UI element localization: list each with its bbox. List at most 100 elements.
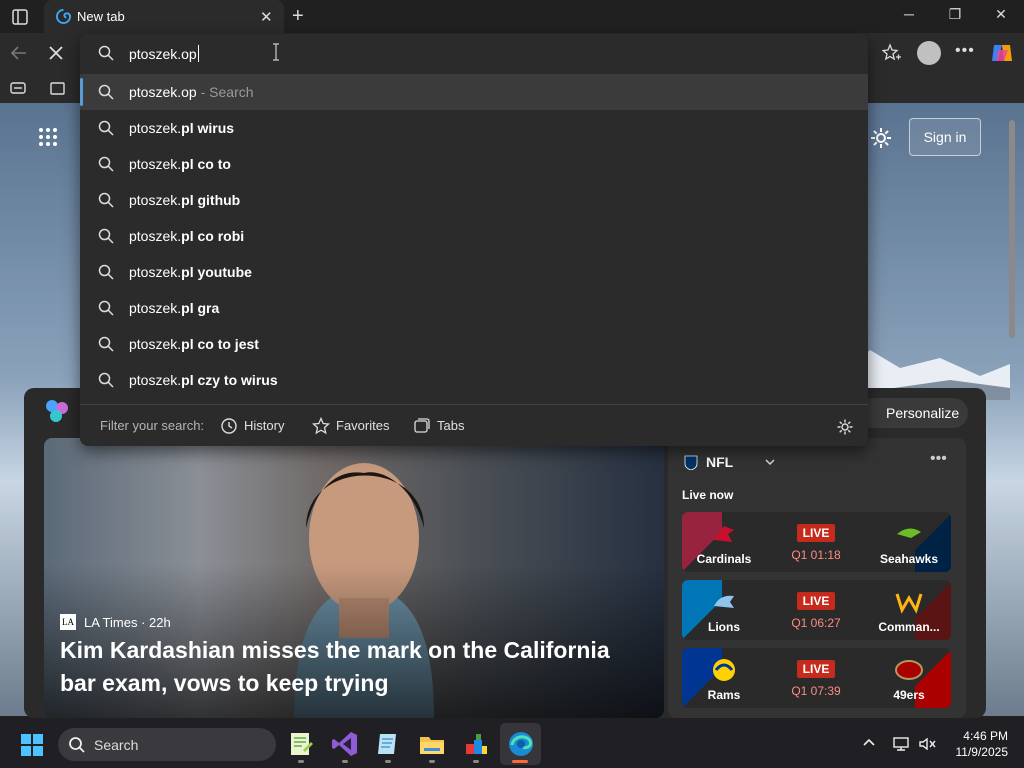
live-badge: LIVE bbox=[797, 592, 835, 610]
page-settings-gear-icon[interactable] bbox=[869, 126, 893, 150]
seahawks-logo-icon bbox=[897, 528, 921, 538]
volume-muted-icon[interactable] bbox=[918, 736, 936, 752]
profile-avatar[interactable] bbox=[917, 41, 941, 65]
network-icon[interactable] bbox=[892, 736, 910, 752]
suggestion-row[interactable]: ptoszek.pl co to jest bbox=[80, 326, 868, 362]
nfl-title[interactable]: NFL bbox=[706, 454, 733, 470]
suggestion-text: ptoszek.pl github bbox=[129, 192, 240, 208]
suggestion-search-row[interactable]: ptoszek.op - Search bbox=[80, 74, 868, 110]
tab-close-icon[interactable]: ✕ bbox=[260, 8, 273, 26]
suggestion-completion: pl wirus bbox=[181, 120, 235, 136]
paint-app-icon[interactable] bbox=[462, 730, 490, 758]
suggestion-typed-part: ptoszek. bbox=[129, 264, 182, 280]
suggestion-row[interactable]: ptoszek.pl youtube bbox=[80, 254, 868, 290]
edge-browser-icon[interactable] bbox=[507, 730, 535, 758]
chevron-down-icon[interactable] bbox=[764, 456, 776, 468]
suggestion-text: ptoszek.pl co to jest bbox=[129, 336, 259, 352]
new-tab-button[interactable]: + bbox=[292, 5, 304, 28]
fav-item-icon[interactable] bbox=[10, 81, 26, 95]
source-logo-icon: LA bbox=[60, 614, 76, 630]
nfl-scores-card: NFL ••• Live now LIVE Q1 01:18 Cardinals… bbox=[668, 438, 966, 718]
away-team-name: Seahawks bbox=[879, 552, 939, 566]
live-now-label: Live now bbox=[682, 488, 734, 502]
address-bar-text[interactable]: ptoszek.op bbox=[129, 45, 199, 62]
back-arrow-icon[interactable] bbox=[10, 44, 28, 62]
nfl-shield-icon bbox=[684, 455, 698, 470]
filter-favorites-button[interactable]: Favorites bbox=[312, 416, 392, 436]
game-row[interactable]: LIVE Q1 07:39 Rams 49ers bbox=[682, 648, 951, 708]
filter-history-button[interactable]: History bbox=[220, 416, 290, 436]
filter-tabs-button[interactable]: Tabs bbox=[413, 416, 473, 436]
page-scrollbar[interactable] bbox=[1006, 120, 1018, 716]
suggestion-row[interactable]: ptoszek.pl czy to wirus bbox=[80, 362, 868, 398]
search-icon bbox=[98, 228, 114, 244]
search-icon bbox=[98, 336, 114, 352]
text-cursor-icon bbox=[273, 43, 279, 61]
suggestion-typed-part: ptoszek. bbox=[129, 192, 182, 208]
edge-favicon-icon bbox=[56, 9, 71, 24]
commanders-logo-icon bbox=[895, 593, 923, 614]
close-window-button[interactable]: ✕ bbox=[986, 6, 1016, 26]
copilot-icon[interactable] bbox=[990, 42, 1014, 64]
suggestion-text: ptoszek.pl czy to wirus bbox=[129, 372, 278, 388]
file-explorer-icon[interactable] bbox=[418, 730, 446, 758]
suggestion-text: ptoszek.pl co robi bbox=[129, 228, 244, 244]
suggestion-row[interactable]: ptoszek.pl github bbox=[80, 182, 868, 218]
live-badge: LIVE bbox=[797, 660, 835, 678]
suggestion-row[interactable]: ptoszek.pl co robi bbox=[80, 218, 868, 254]
tab-actions-icon[interactable] bbox=[8, 6, 32, 28]
scrollbar-thumb[interactable] bbox=[1009, 120, 1015, 338]
visual-studio-icon[interactable] bbox=[331, 730, 359, 758]
suggestion-text: ptoszek.op - Search bbox=[129, 84, 254, 100]
suggestion-row[interactable]: ptoszek.pl gra bbox=[80, 290, 868, 326]
suggestion-typed-part: ptoszek. bbox=[129, 336, 182, 352]
suggestion-typed-part: ptoszek. bbox=[129, 300, 182, 316]
game-row[interactable]: LIVE Q1 06:27 Lions Comman... bbox=[682, 580, 951, 640]
suggestion-completion: pl czy to wirus bbox=[181, 372, 278, 388]
live-badge: LIVE bbox=[797, 524, 835, 542]
suggestion-text: ptoszek.pl wirus bbox=[129, 120, 234, 136]
home-team-name: Lions bbox=[708, 620, 740, 634]
running-indicator bbox=[385, 760, 391, 763]
lions-logo-icon bbox=[714, 595, 734, 608]
minimize-button[interactable]: ─ bbox=[894, 6, 924, 26]
sign-in-button[interactable]: Sign in bbox=[909, 118, 981, 156]
apps-grid-icon[interactable] bbox=[38, 127, 58, 147]
clock-date[interactable]: 11/9/2025 bbox=[944, 745, 1009, 759]
tab-title: New tab bbox=[77, 9, 125, 24]
windows-start-icon[interactable] bbox=[20, 733, 44, 757]
suggestion-row[interactable]: ptoszek.pl wirus bbox=[80, 110, 868, 146]
game-clock: Q1 07:39 bbox=[791, 684, 841, 698]
suggestion-row[interactable]: ptoszek.pl co to bbox=[80, 146, 868, 182]
notepad-plus-icon[interactable] bbox=[287, 730, 315, 758]
stop-loading-icon[interactable] bbox=[48, 45, 64, 61]
notepad-icon[interactable] bbox=[374, 730, 402, 758]
suggestion-typed-part: ptoszek. bbox=[129, 372, 182, 388]
typed-text: ptoszek.op bbox=[129, 46, 197, 62]
search-icon bbox=[98, 120, 114, 136]
restore-button[interactable]: ❐ bbox=[940, 6, 970, 26]
suggestion-completion: pl co to bbox=[181, 156, 231, 172]
article-headline[interactable]: Kim Kardashian misses the mark on the Ca… bbox=[60, 634, 640, 700]
hero-article-card[interactable]: LA LA Times · 22h Kim Kardashian misses … bbox=[44, 438, 664, 718]
running-indicator bbox=[342, 760, 348, 763]
search-icon bbox=[98, 84, 114, 100]
nfl-more-icon[interactable]: ••• bbox=[930, 450, 947, 468]
taskbar-search-box[interactable]: Search bbox=[58, 728, 276, 761]
search-settings-gear-icon[interactable] bbox=[836, 418, 854, 436]
history-icon bbox=[221, 418, 237, 434]
tab-new-tab[interactable]: New tab ✕ bbox=[44, 0, 284, 33]
more-options-icon[interactable]: ••• bbox=[955, 42, 975, 60]
suggestion-completion: pl co to jest bbox=[181, 336, 259, 352]
clock-time[interactable]: 4:46 PM bbox=[948, 729, 1008, 743]
personalize-button[interactable]: Personalize bbox=[858, 398, 968, 428]
fav-folder-icon[interactable] bbox=[50, 80, 66, 96]
favorites-star-icon[interactable] bbox=[882, 43, 902, 63]
suggestion-typed-part: ptoszek. bbox=[129, 228, 182, 244]
suggestion-completion: pl gra bbox=[181, 300, 220, 316]
address-bar-dropdown: ptoszek.op ptoszek.op - Search ptoszek.pl… bbox=[80, 34, 868, 446]
game-row[interactable]: LIVE Q1 01:18 Cardinals Seahawks bbox=[682, 512, 951, 572]
tray-chevron-up-icon[interactable] bbox=[862, 736, 876, 750]
address-bar-input[interactable]: ptoszek.op bbox=[80, 34, 868, 72]
filter-tabs-label: Tabs bbox=[437, 418, 465, 433]
